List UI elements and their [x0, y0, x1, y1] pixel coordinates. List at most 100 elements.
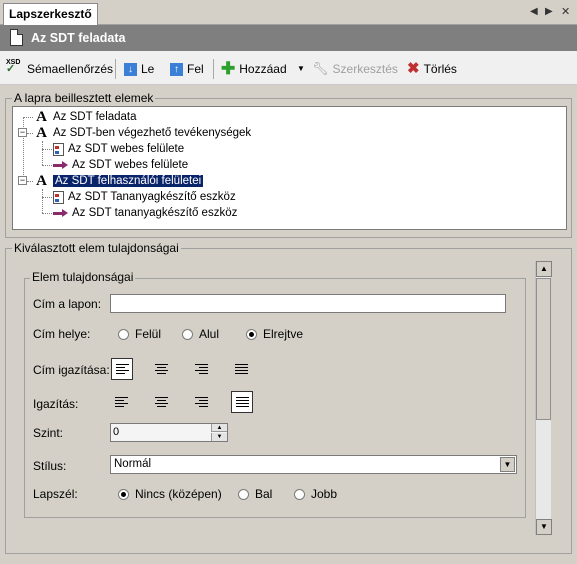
align-justify-icon[interactable] [231, 391, 253, 413]
web-page-icon [53, 142, 64, 156]
edit-label: Szerkesztés [332, 62, 398, 76]
arrow-down-icon: ↓ [124, 62, 137, 76]
tab-lapszerkeszto[interactable]: Lapszerkesztő [3, 3, 98, 25]
radio-label: Elrejtve [263, 327, 304, 341]
title-align-justify-icon[interactable] [231, 358, 253, 380]
link-arrow-icon [53, 161, 68, 169]
style-label: Stílus: [33, 459, 67, 473]
tab-next-icon[interactable]: ▶ [545, 6, 553, 17]
arrow-up-icon: ↑ [170, 62, 183, 76]
text-element-icon: A [36, 109, 47, 125]
page-title: Az SDT feladata [31, 31, 126, 45]
embedded-elements-label: A lapra beillesztett elemek [12, 91, 156, 105]
document-icon [10, 29, 23, 46]
radio-circle [182, 328, 193, 340]
radio-label: Bal [255, 487, 273, 501]
style-select[interactable]: Normál ▼ [110, 455, 517, 474]
title-align-center-icon[interactable] [151, 358, 173, 380]
radio-circle-selected [246, 328, 257, 340]
collapse-toggle-feluletei[interactable]: − [18, 176, 27, 185]
title-align-left-icon[interactable] [111, 358, 133, 380]
embedded-elements-tree[interactable]: − − A Az SDT feladata A Az SDT-ben végez… [12, 106, 567, 230]
margin-label: Lapszél: [33, 487, 78, 501]
properties-scrollbar[interactable]: ▲ ▼ [535, 261, 552, 535]
tree-item-label: Az SDT Tananyagkészítő eszköz [68, 191, 236, 203]
link-arrow-icon [53, 209, 68, 217]
close-icon[interactable]: ✕ [561, 5, 570, 18]
title-position-top-radio[interactable]: Felül [118, 327, 161, 341]
element-props-group [24, 278, 526, 518]
title-position-label: Cím helye: [33, 327, 91, 341]
title-on-page-input[interactable] [110, 294, 506, 313]
toolbar-separator [115, 59, 116, 79]
title-align-right-icon[interactable] [191, 358, 213, 380]
add-label: Hozzáad [239, 62, 287, 76]
selected-props-label: Kiválasztott elem tulajdonságai [12, 241, 181, 255]
element-props-label: Elem tulajdonságai [30, 270, 136, 284]
title-position-hidden-radio[interactable]: Elrejtve [246, 327, 303, 341]
wrench-icon: 🔧︎ [312, 61, 329, 76]
xsd-check-icon: XSD ✓ [6, 58, 21, 75]
plus-icon: ✚ [221, 59, 236, 78]
tree-item-label: Az SDT-ben végezhető tevékenységek [53, 127, 252, 139]
scroll-down-icon[interactable]: ▼ [536, 519, 552, 535]
tab-prev-icon[interactable]: ◀ [530, 6, 538, 17]
add-button[interactable]: ✚ Hozzáad [221, 59, 287, 78]
title-position-bottom-radio[interactable]: Alul [182, 327, 219, 341]
margin-right-radio[interactable]: Jobb [294, 487, 337, 501]
title-align-label: Cím igazítása: [33, 363, 110, 377]
toolbar: XSD ✓ Sémaellenőrzés ↓ Le ↑ Fel ✚ Hozzáad… [0, 51, 577, 85]
edit-button[interactable]: 🔧︎ Szerkesztés [312, 61, 398, 77]
align-right-icon[interactable] [191, 391, 213, 413]
chevron-down-icon[interactable]: ▼ [500, 457, 515, 472]
margin-left-radio[interactable]: Bal [238, 487, 272, 501]
style-selected-value: Normál [114, 458, 152, 470]
align-label: Igazítás: [33, 397, 79, 411]
move-down-button[interactable]: ↓ Le [124, 61, 154, 77]
delete-label: Törlés [423, 62, 457, 76]
schema-check-button[interactable]: XSD ✓ Sémaellenőrzés [6, 58, 114, 77]
radio-circle [118, 328, 129, 340]
margin-none-radio[interactable]: Nincs (középen) [118, 487, 222, 501]
collapse-toggle-tevekenysegek[interactable]: − [18, 128, 27, 137]
stepper-up-icon[interactable]: ▲ [211, 424, 227, 432]
toolbar-separator [213, 59, 214, 79]
tree-item-label: Az SDT feladata [53, 111, 137, 123]
move-down-label: Le [141, 62, 155, 76]
tree-item-label: Az SDT webes felülete [72, 159, 189, 171]
web-page-icon [53, 190, 64, 204]
radio-circle-selected [118, 488, 129, 500]
radio-label: Felül [135, 327, 162, 341]
scroll-up-icon[interactable]: ▲ [536, 261, 552, 277]
delete-x-icon: ✖ [407, 60, 420, 77]
align-left-icon[interactable] [111, 391, 133, 413]
tree-item-label: Az SDT tananyagkészítő eszköz [72, 207, 238, 219]
tree-item[interactable]: Az SDT tananyagkészítő eszköz [53, 205, 237, 221]
tree-item-label: Az SDT webes felülete [68, 143, 185, 155]
tree-item[interactable]: Az SDT webes felülete [53, 157, 188, 173]
level-stepper[interactable]: 0 ▲ ▼ [110, 423, 228, 442]
add-dropdown-icon[interactable]: ▼ [297, 64, 305, 73]
level-value: 0 [113, 426, 120, 438]
tree-item[interactable]: A Az SDT feladata [34, 109, 137, 125]
text-element-icon: A [36, 125, 47, 141]
scrollbar-thumb[interactable] [536, 278, 551, 420]
delete-button[interactable]: ✖ Törlés [407, 61, 457, 77]
text-element-icon: A [36, 173, 47, 189]
schema-check-label: Sémaellenőrzés [27, 62, 114, 76]
stepper-down-icon[interactable]: ▼ [211, 433, 227, 441]
title-on-page-label: Cím a lapon: [33, 297, 102, 311]
move-up-button[interactable]: ↑ Fel [170, 61, 204, 77]
tree-item-selected[interactable]: A Az SDT felhasználói felületei [34, 173, 204, 189]
tree-item[interactable]: A Az SDT-ben végezhető tevékenységek [34, 125, 251, 141]
tree-item[interactable]: Az SDT webes felülete [53, 141, 184, 157]
page-title-bar: Az SDT feladata [0, 25, 577, 51]
move-up-label: Fel [187, 62, 204, 76]
radio-label: Nincs (középen) [135, 487, 222, 501]
tree-item-label: Az SDT felhasználói felületei [53, 175, 204, 187]
tree-item[interactable]: Az SDT Tananyagkészítő eszköz [53, 189, 236, 205]
align-center-icon[interactable] [151, 391, 173, 413]
radio-circle [238, 488, 249, 500]
radio-circle [294, 488, 305, 500]
radio-label: Jobb [311, 487, 338, 501]
